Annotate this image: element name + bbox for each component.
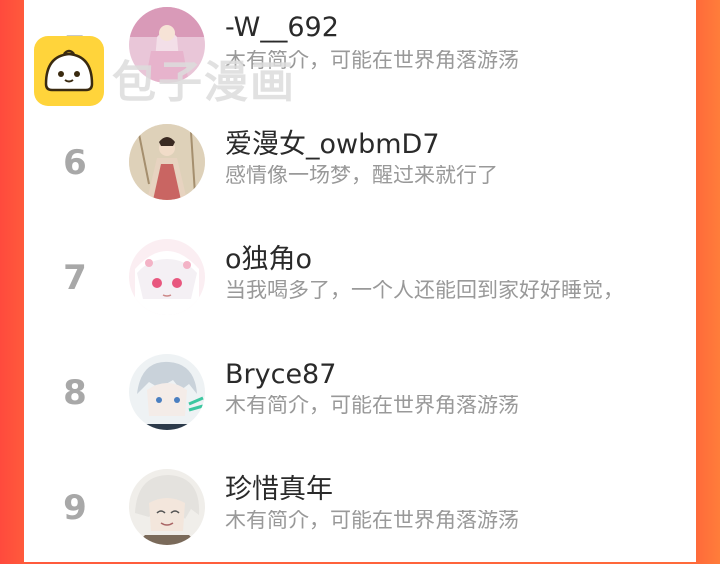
list-item[interactable]: 6 爱漫女_owbmD7 感情像一场梦，醒过来就行了 — [24, 104, 696, 219]
list-item[interactable]: 8 Bryce87 木有简介，可能在世界角落游荡 — [24, 334, 696, 449]
avatar[interactable] — [129, 239, 205, 315]
avatar[interactable] — [129, 354, 205, 430]
rank-number: 9 — [63, 488, 87, 528]
brand-watermark: 包子漫画 — [34, 36, 454, 108]
user-name[interactable]: Bryce87 — [225, 361, 336, 388]
user-bio: 当我喝多了，一个人还能回到家好好睡觉， — [225, 280, 624, 301]
avatar[interactable] — [129, 124, 205, 200]
list-item[interactable]: 9 珍惜真年 木有简介，可能在世界角落游荡 — [24, 449, 696, 564]
user-name[interactable]: 珍惜真年 — [225, 476, 333, 503]
user-name[interactable]: 爱漫女_owbmD7 — [225, 131, 440, 158]
brand-watermark-text: 包子漫画 — [112, 57, 296, 108]
user-name[interactable]: o独角o — [225, 246, 312, 273]
steamed-bun-icon — [34, 36, 104, 106]
user-bio: 木有简介，可能在世界角落游荡 — [225, 395, 519, 416]
rank-number: 6 — [63, 143, 87, 183]
rank-number: 8 — [63, 373, 87, 413]
list-item[interactable]: 7 o独角o 当我喝多了，一个人还能回到家好好睡觉， — [24, 219, 696, 334]
avatar[interactable] — [129, 469, 205, 545]
rank-number: 7 — [63, 258, 87, 298]
user-bio: 木有简介，可能在世界角落游荡 — [225, 510, 519, 531]
user-bio: 感情像一场梦，醒过来就行了 — [225, 165, 498, 186]
